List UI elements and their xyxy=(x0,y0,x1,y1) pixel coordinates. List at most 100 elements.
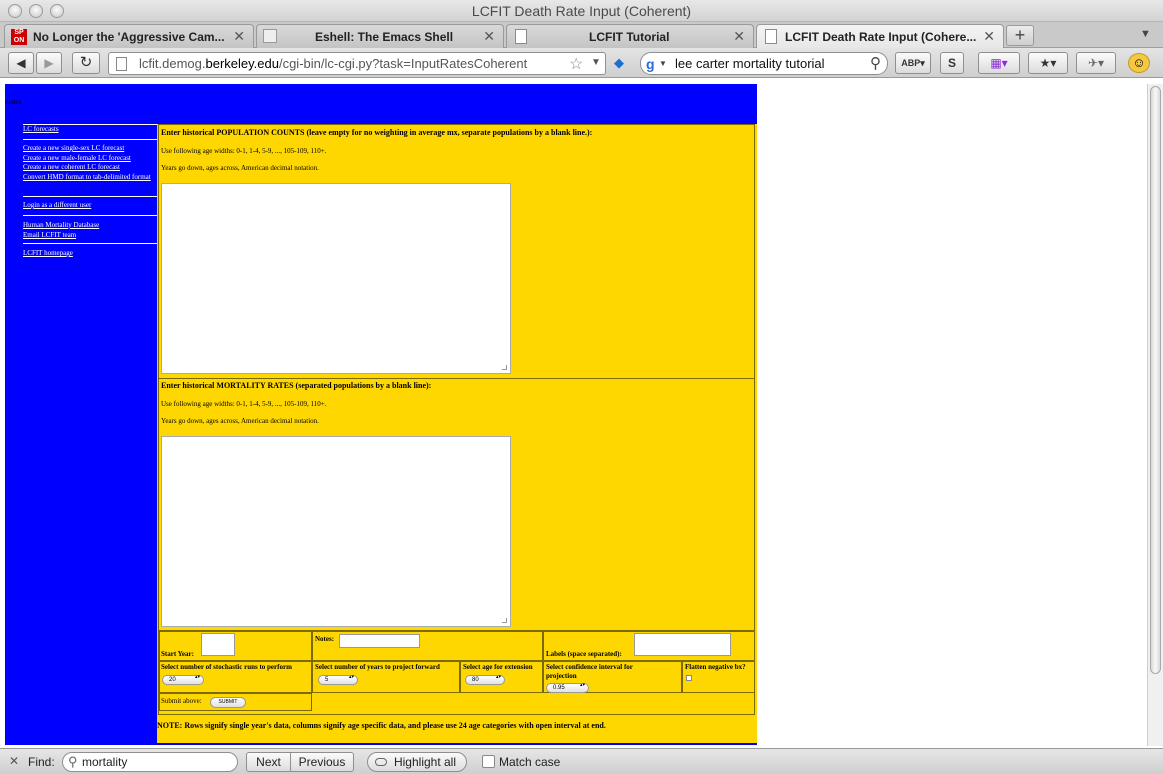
population-textarea[interactable] xyxy=(161,183,511,374)
years-select[interactable]: 5 xyxy=(318,675,358,685)
smiley-extension-icon[interactable]: ☺ xyxy=(1128,53,1150,73)
runs-select[interactable]: 20 xyxy=(162,675,204,685)
ci-cell: Select confidence interval for projectio… xyxy=(543,661,682,693)
start-year-cell: Start Year: xyxy=(159,631,312,661)
mortality-textarea[interactable] xyxy=(161,436,511,627)
find-previous-button[interactable]: Previous xyxy=(290,752,354,772)
title-bar: LCFIT Death Rate Input (Coherent) xyxy=(0,0,1163,22)
highlight-all-button[interactable]: Highlight all xyxy=(367,752,467,772)
wrench-extension-button[interactable]: ✈▾ xyxy=(1076,52,1116,74)
mortality-heading: Enter historical MORTALITY RATES (separa… xyxy=(161,381,432,390)
url-history-dropdown-icon[interactable]: ▼ xyxy=(591,57,601,68)
ci-select[interactable]: 0.95 xyxy=(546,683,589,693)
population-year-note: Years go down, ages across, American dec… xyxy=(161,164,319,172)
document-icon xyxy=(765,29,777,44)
years-label: Select number of years to project forwar… xyxy=(315,663,440,671)
url-bar[interactable]: lcfit.demog.berkeley.edu/cgi-bin/lc-cgi.… xyxy=(108,52,606,75)
find-magnifier-icon: ⚲ xyxy=(68,754,78,769)
input-form: Enter historical POPULATION COUNTS (leav… xyxy=(158,124,755,715)
sidebar-link-male-female[interactable]: Create a new male-female LC forecast xyxy=(23,154,157,164)
s-extension-icon: S xyxy=(947,56,956,70)
match-case-checkbox[interactable] xyxy=(482,755,495,768)
tab-lcfit-tutorial[interactable]: LCFIT Tutorial ✕ xyxy=(506,24,754,48)
find-bar: ✕ Find: ⚲ mortality Next Previous Highli… xyxy=(0,748,1163,774)
google-engine-icon[interactable]: g xyxy=(646,56,655,72)
extension-s-button[interactable]: S xyxy=(940,52,964,74)
runs-label: Select number of stochastic runs to perf… xyxy=(161,663,292,671)
find-input[interactable]: ⚲ mortality xyxy=(62,752,238,772)
adblock-button[interactable]: ABP▾ xyxy=(895,52,931,74)
highlight-icon xyxy=(375,758,387,766)
grid-icon: ▦▾ xyxy=(990,56,1008,70)
highlight-all-label: Highlight all xyxy=(393,755,457,769)
find-label: Find: xyxy=(28,755,55,769)
note-text: NOTE: Rows signify single year's data, c… xyxy=(157,721,606,730)
match-case-label: Match case xyxy=(499,755,561,769)
header-text: nodes xyxy=(5,98,22,106)
page-content: nodes LC forecasts Create a new single-s… xyxy=(0,79,1163,746)
tab-close-icon[interactable]: ✕ xyxy=(983,28,995,45)
bottom-rule xyxy=(157,743,757,745)
find-close-icon[interactable]: ✕ xyxy=(9,754,19,768)
sidebar-link-homepage[interactable]: LCFIT homepage xyxy=(23,249,157,259)
population-age-note: Use following age widths: 0-1, 1-4, 5-9,… xyxy=(161,147,327,155)
labels-input[interactable] xyxy=(634,633,731,656)
sidebar-link-hmd[interactable]: Human Mortality Database xyxy=(23,221,157,231)
back-arrow-icon: ◀ xyxy=(16,56,26,70)
tab-lcfit-input[interactable]: LCFIT Death Rate Input (Cohere... ✕ xyxy=(756,24,1004,48)
extension-label: Select age for extension xyxy=(463,663,533,671)
url-text: lcfit.demog.berkeley.edu/cgi-bin/lc-cgi.… xyxy=(139,56,528,71)
sidebar: LC forecasts Create a new single-sex LC … xyxy=(5,124,157,745)
start-year-input[interactable] xyxy=(201,633,235,656)
bookmarks-button[interactable]: ★▾ xyxy=(1028,52,1068,74)
sidebar-link-email[interactable]: Email LCFIT team xyxy=(23,231,157,241)
notes-cell: Notes: xyxy=(312,631,543,661)
tab-close-icon[interactable]: ✕ xyxy=(733,28,745,45)
notes-input[interactable] xyxy=(339,634,420,648)
vertical-scrollbar[interactable] xyxy=(1147,84,1163,746)
grid-extension-button[interactable]: ▦▾ xyxy=(978,52,1020,74)
reload-button[interactable]: ↻ xyxy=(72,52,100,74)
flatten-label: Flatten negative bx? xyxy=(685,663,746,671)
engine-dropdown-icon[interactable]: ▼ xyxy=(659,59,667,68)
sidebar-link-coherent[interactable]: Create a new coherent LC forecast xyxy=(23,163,157,173)
tab-list-arrow-icon[interactable]: ▼ xyxy=(1140,28,1151,40)
new-tab-button[interactable]: + xyxy=(1006,25,1034,46)
find-query: mortality xyxy=(82,755,128,769)
search-magnifier-icon[interactable]: ⚲ xyxy=(870,54,881,72)
spon-favicon-icon: SP ON xyxy=(11,29,27,45)
tools-icon: ✈▾ xyxy=(1087,56,1105,70)
flatten-checkbox[interactable] xyxy=(686,675,692,681)
tab-close-icon[interactable]: ✕ xyxy=(483,28,495,45)
scrollbar-thumb[interactable] xyxy=(1150,86,1161,674)
tab-spiegel[interactable]: SP ON No Longer the 'Aggressive Cam... ✕ xyxy=(4,24,254,48)
forward-button[interactable]: ▶ xyxy=(36,52,62,74)
tab-close-icon[interactable]: ✕ xyxy=(233,28,245,45)
window-title: LCFIT Death Rate Input (Coherent) xyxy=(471,3,692,19)
mortality-section: Enter historical MORTALITY RATES (separa… xyxy=(159,379,754,631)
site-identity-icon[interactable]: ◆ xyxy=(614,55,624,71)
abp-icon: ABP▾ xyxy=(901,58,925,68)
mortality-year-note: Years go down, ages across, American dec… xyxy=(161,417,319,425)
sidebar-group-login: Login as a different user xyxy=(23,196,157,211)
extension-select[interactable]: 80 xyxy=(465,675,505,685)
sidebar-link-convert-hmd[interactable]: Convert HMD format to tab-delimited form… xyxy=(23,173,157,183)
document-icon xyxy=(515,29,527,44)
mortality-age-note: Use following age widths: 0-1, 1-4, 5-9,… xyxy=(161,400,327,408)
forward-arrow-icon: ▶ xyxy=(44,56,54,70)
find-next-button[interactable]: Next xyxy=(246,752,291,772)
sidebar-link-single-sex[interactable]: Create a new single-sex LC forecast xyxy=(23,144,157,154)
tab-label: No Longer the 'Aggressive Cam... xyxy=(33,30,225,44)
extension-cell: Select age for extension 80 xyxy=(460,661,543,693)
sidebar-link-lc-forecasts[interactable]: LC forecasts xyxy=(23,125,157,135)
tab-eshell[interactable]: Eshell: The Emacs Shell ✕ xyxy=(256,24,504,48)
search-bar[interactable]: g ▼ lee carter mortality tutorial ⚲ xyxy=(640,52,888,75)
years-cell: Select number of years to project forwar… xyxy=(312,661,460,693)
bookmark-star-icon[interactable]: ☆ xyxy=(569,54,583,74)
runs-cell: Select number of stochastic runs to perf… xyxy=(159,661,312,693)
submit-button[interactable]: SUBMIT xyxy=(210,697,246,708)
sidebar-link-login[interactable]: Login as a different user xyxy=(23,201,157,211)
tab-label: Eshell: The Emacs Shell xyxy=(315,30,454,44)
tab-label: LCFIT Tutorial xyxy=(589,30,670,44)
back-button[interactable]: ◀ xyxy=(8,52,34,74)
